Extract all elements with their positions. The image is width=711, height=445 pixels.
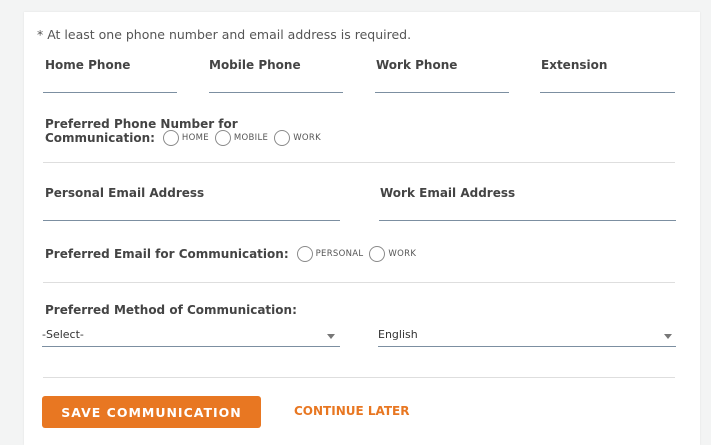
mobile-phone-input[interactable] <box>209 92 343 93</box>
personal-email-label: Personal Email Address <box>45 186 205 200</box>
preferred-email-group: Preferred Email for Communication: PERSO… <box>45 246 422 262</box>
preferred-phone-label-line1: Preferred Phone Number for <box>45 117 238 131</box>
method-select-value: -Select- <box>42 328 84 341</box>
language-select-value: English <box>378 328 418 341</box>
radio-phone-home[interactable]: HOME <box>162 130 209 146</box>
divider <box>43 162 675 163</box>
work-email-label: Work Email Address <box>380 186 516 200</box>
preferred-phone-group: Communication: HOME MOBILE WORK <box>45 130 327 146</box>
continue-later-link[interactable]: CONTINUE LATER <box>294 404 410 418</box>
communication-form-card: * At least one phone number and email ad… <box>24 12 700 445</box>
radio-phone-work-label: WORK <box>293 133 321 143</box>
personal-email-input[interactable] <box>43 220 340 221</box>
radio-phone-home-label: HOME <box>181 133 209 143</box>
chevron-down-icon <box>664 334 672 339</box>
home-phone-label: Home Phone <box>45 58 131 72</box>
preferred-method-label: Preferred Method of Communication: <box>45 303 297 317</box>
chevron-down-icon <box>327 334 335 339</box>
required-note: * At least one phone number and email ad… <box>37 27 412 42</box>
radio-circle-icon <box>274 130 291 146</box>
work-phone-input[interactable] <box>375 92 509 93</box>
divider <box>43 377 675 378</box>
radio-email-work-label: WORK <box>388 249 417 259</box>
preferred-email-label: Preferred Email for Communication: <box>45 247 289 261</box>
divider <box>43 282 675 283</box>
method-select[interactable]: -Select- <box>42 326 340 347</box>
radio-email-personal[interactable]: PERSONAL <box>296 246 364 262</box>
save-communication-button[interactable]: SAVE COMMUNICATION <box>42 396 261 428</box>
radio-phone-mobile[interactable]: MOBILE <box>214 130 269 146</box>
radio-phone-mobile-label: MOBILE <box>233 133 269 143</box>
home-phone-input[interactable] <box>43 92 177 93</box>
mobile-phone-label: Mobile Phone <box>209 58 301 72</box>
preferred-phone-label-line2: Communication: <box>45 131 155 145</box>
radio-phone-work[interactable]: WORK <box>274 130 321 146</box>
language-select-underline <box>378 346 676 347</box>
work-phone-label: Work Phone <box>376 58 458 72</box>
radio-circle-icon <box>162 130 179 146</box>
method-select-underline <box>42 346 340 347</box>
radio-email-work[interactable]: WORK <box>369 246 416 262</box>
language-select[interactable]: English <box>378 326 676 347</box>
work-email-input[interactable] <box>379 220 676 221</box>
radio-circle-icon <box>214 130 231 146</box>
extension-input[interactable] <box>540 92 675 93</box>
radio-circle-icon <box>369 246 386 262</box>
radio-circle-icon <box>296 246 313 262</box>
radio-email-personal-label: PERSONAL <box>315 249 364 259</box>
extension-label: Extension <box>541 58 608 72</box>
